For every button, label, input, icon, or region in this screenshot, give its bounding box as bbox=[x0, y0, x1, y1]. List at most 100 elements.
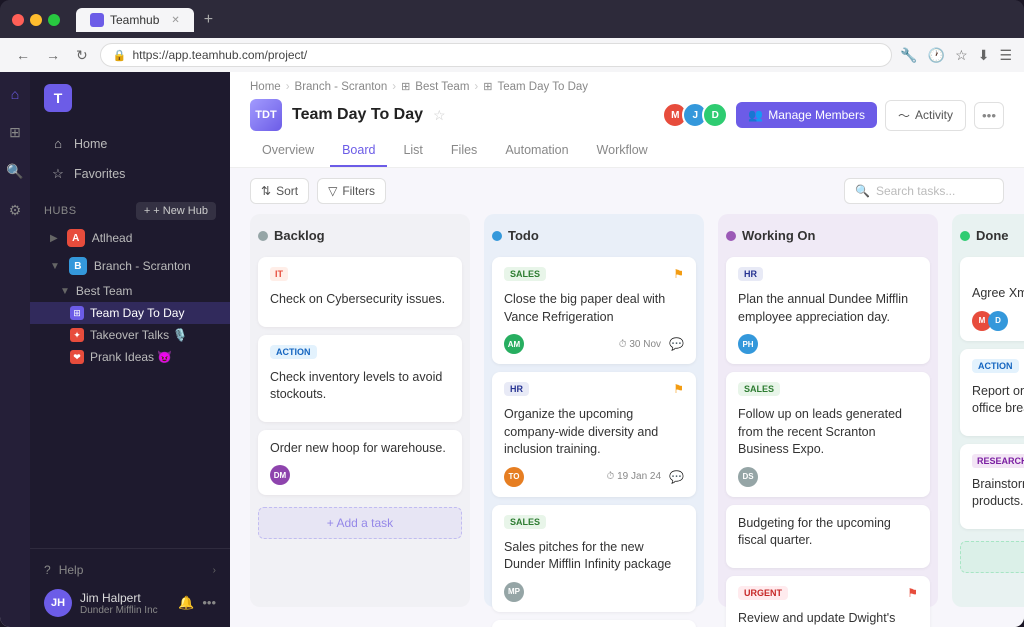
forward-button[interactable]: → bbox=[42, 45, 64, 65]
column-header-working: Working On bbox=[726, 222, 930, 249]
breadcrumb-home[interactable]: Home bbox=[250, 81, 281, 93]
hub-item-atlhead[interactable]: ▶ A Atlhead bbox=[30, 224, 230, 252]
card-w1[interactable]: HR Plan the annual Dundee Mifflin employ… bbox=[726, 257, 930, 364]
card-d2[interactable]: ACTION Report on the renovation of the o… bbox=[960, 349, 1024, 436]
help-icon: ? bbox=[44, 563, 51, 577]
column-todo: Todo SALES ⚑ Close the big paper deal wi… bbox=[484, 214, 704, 607]
column-working: Working On HR Plan the annual Dundee Mif… bbox=[718, 214, 938, 607]
bookmarks-icon[interactable]: ☆ bbox=[955, 47, 968, 64]
card-meta-t1: ⏱ 30 Nov 💬 bbox=[619, 337, 684, 351]
tab-files[interactable]: Files bbox=[439, 135, 489, 167]
card-footer-t1: AM ⏱ 30 Nov 💬 bbox=[504, 334, 684, 354]
close-button[interactable] bbox=[12, 14, 24, 26]
card-t4[interactable]: HR Review resumes and setup interviews f… bbox=[492, 620, 696, 627]
card-footer-w1: PH bbox=[738, 334, 918, 354]
history-icon[interactable]: 🕐 bbox=[928, 47, 945, 64]
address-bar[interactable]: 🔒 https://app.teamhub.com/project/ bbox=[100, 43, 893, 67]
flag-icon-t2: ⚑ bbox=[673, 382, 684, 396]
downloads-icon[interactable]: ⬇ bbox=[978, 47, 990, 64]
user-menu-icon[interactable]: ••• bbox=[202, 595, 216, 611]
extensions-icon[interactable]: 🔧 bbox=[900, 47, 917, 64]
card-top-row-w1: HR bbox=[738, 267, 918, 287]
card-title-t3: Sales pitches for the new Dunder Mifflin… bbox=[504, 539, 684, 574]
sidebar-home-label: Home bbox=[74, 137, 107, 151]
more-icon: ••• bbox=[982, 108, 996, 123]
refresh-button[interactable]: ↻ bbox=[72, 45, 92, 66]
card-t1[interactable]: SALES ⚑ Close the big paper deal with Va… bbox=[492, 257, 696, 364]
card-b2[interactable]: ACTION Check inventory levels to avoid s… bbox=[258, 335, 462, 422]
tab-favicon bbox=[90, 13, 104, 27]
card-tag-w1: HR bbox=[738, 267, 763, 281]
card-w3[interactable]: Budgeting for the upcoming fiscal quarte… bbox=[726, 505, 930, 568]
col-title-backlog: Backlog bbox=[274, 228, 462, 243]
card-t2[interactable]: HR ⚑ Organize the upcoming company-wide … bbox=[492, 372, 696, 497]
maximize-button[interactable] bbox=[48, 14, 60, 26]
favorites-icon: ☆ bbox=[50, 166, 66, 182]
project-icon-team-day: ⊞ bbox=[70, 306, 84, 320]
board-side-icon[interactable]: ⊞ bbox=[5, 120, 25, 145]
tab-automation[interactable]: Automation bbox=[493, 135, 580, 167]
card-d1[interactable]: ⚑ Agree Xmas party 🎉 plans M D bbox=[960, 257, 1024, 341]
tab-board[interactable]: Board bbox=[330, 135, 387, 167]
back-button[interactable]: ← bbox=[12, 45, 34, 65]
add-task-button-done[interactable]: + Add a task bbox=[960, 541, 1024, 573]
team-expand-icon: ▼ bbox=[60, 286, 70, 297]
browser-tab-active[interactable]: Teamhub ✕ bbox=[76, 8, 194, 32]
user-name: Jim Halpert bbox=[80, 591, 170, 605]
sort-button[interactable]: ⇅ Sort bbox=[250, 178, 309, 204]
user-profile: JH Jim Halpert Dunder Mifflin Inc 🔔 ••• bbox=[44, 581, 216, 617]
card-title-w2: Follow up on leads generated from the re… bbox=[738, 406, 918, 459]
settings-side-icon[interactable]: ⚙ bbox=[5, 198, 26, 223]
sidebar-nav: ⌂ Home ☆ Favorites bbox=[30, 124, 230, 194]
url-text: https://app.teamhub.com/project/ bbox=[132, 48, 879, 62]
new-hub-button[interactable]: + + New Hub bbox=[136, 202, 216, 220]
card-meta-t2: ⏱ 19 Jan 24 💬 bbox=[607, 470, 684, 484]
card-title-w3: Budgeting for the upcoming fiscal quarte… bbox=[738, 515, 918, 550]
breadcrumb-team[interactable]: Best Team bbox=[415, 81, 469, 93]
hub-item-branch[interactable]: ▼ B Branch - Scranton bbox=[30, 252, 230, 280]
avatar-stack: M J D bbox=[662, 102, 728, 128]
card-w4[interactable]: URGENT ⚑ Review and update Dwight's offi… bbox=[726, 576, 930, 627]
project-item-prank[interactable]: ❤ Prank Ideas 😈 bbox=[30, 346, 230, 368]
activity-button[interactable]: 〜 Activity bbox=[885, 100, 966, 131]
project-item-team-day[interactable]: ⊞ Team Day To Day bbox=[30, 302, 230, 324]
breadcrumb-project[interactable]: Team Day To Day bbox=[497, 81, 588, 93]
sidebar-bottom: ? Help › JH Jim Halpert Dunder Mifflin I… bbox=[30, 548, 230, 627]
help-item[interactable]: ? Help › bbox=[44, 559, 216, 581]
card-w2[interactable]: SALES Follow up on leads generated from … bbox=[726, 372, 930, 497]
more-options-button[interactable]: ••• bbox=[974, 102, 1004, 129]
notifications-icon[interactable]: 🔔 bbox=[178, 595, 194, 611]
team-item-best-team[interactable]: ▼ Best Team bbox=[30, 280, 230, 302]
add-task-button-backlog[interactable]: + Add a task bbox=[258, 507, 462, 539]
filters-button[interactable]: ▽ Filters bbox=[317, 178, 386, 204]
tab-list[interactable]: List bbox=[391, 135, 434, 167]
card-d3[interactable]: RESEARCH Brainstorm ideas for new paper … bbox=[960, 444, 1024, 529]
project-item-takeover[interactable]: ✦ Takeover Talks 🎙️ bbox=[30, 324, 230, 346]
column-header-done: Done bbox=[960, 222, 1024, 249]
flag-red-icon-w4: ⚑ bbox=[907, 586, 918, 600]
tab-overview[interactable]: Overview bbox=[250, 135, 326, 167]
sidebar: T ⌂ Home ☆ Favorites Hubs + + New Hub bbox=[30, 72, 230, 627]
new-tab-button[interactable]: + bbox=[198, 11, 219, 29]
tab-workflow[interactable]: Workflow bbox=[585, 135, 660, 167]
search-placeholder: Search tasks... bbox=[876, 184, 955, 198]
minimize-button[interactable] bbox=[30, 14, 42, 26]
manage-members-button[interactable]: 👥 Manage Members bbox=[736, 102, 877, 128]
star-icon[interactable]: ☆ bbox=[433, 107, 446, 124]
tab-close-icon[interactable]: ✕ bbox=[171, 15, 179, 26]
sidebar-item-home[interactable]: ⌂ Home bbox=[36, 129, 224, 158]
card-t3[interactable]: SALES Sales pitches for the new Dunder M… bbox=[492, 505, 696, 612]
search-box[interactable]: 🔍 Search tasks... bbox=[844, 178, 1004, 204]
search-side-icon[interactable]: 🔍 bbox=[2, 159, 27, 184]
sidebar-item-favorites[interactable]: ☆ Favorites bbox=[36, 159, 224, 189]
card-b3[interactable]: Order new hoop for warehouse. DM bbox=[258, 430, 462, 496]
card-top-row-d1: ⚑ bbox=[972, 267, 1024, 281]
menu-icon[interactable]: ☰ bbox=[999, 47, 1012, 64]
hub-icon-atlhead: A bbox=[67, 229, 85, 247]
card-title-d2: Report on the renovation of the office b… bbox=[972, 383, 1024, 418]
home-side-icon[interactable]: ⌂ bbox=[7, 82, 23, 106]
card-b1[interactable]: IT Check on Cybersecurity issues. bbox=[258, 257, 462, 327]
expand-icon: ▼ bbox=[50, 261, 60, 272]
breadcrumb-project-icon: ⊞ bbox=[483, 80, 492, 93]
breadcrumb-branch[interactable]: Branch - Scranton bbox=[295, 81, 388, 93]
